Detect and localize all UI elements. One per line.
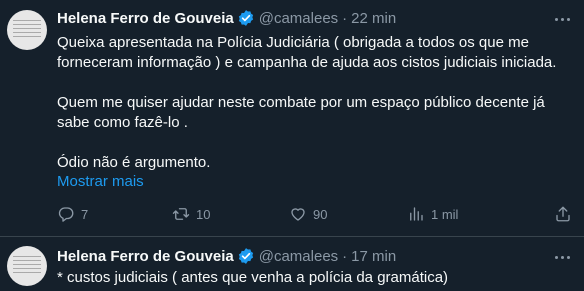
more-icon[interactable] [550,9,574,29]
tweet-text: * custos judiciais ( antes que venha a p… [57,269,449,286]
show-more-link[interactable]: Mostrar mais [57,173,144,190]
like-count: 90 [313,206,328,222]
tweet-text: Queixa apresentada na Polícia Judiciária… [57,33,572,173]
verified-badge-icon [238,10,253,26]
verified-badge-icon [238,248,253,264]
timestamp[interactable]: 17 min [351,248,396,265]
tweet[interactable]: Helena Ferro de Gouveia @camalees · 17 m… [0,237,584,291]
avatar[interactable] [7,10,47,50]
retweet-icon [172,208,190,220]
avatar[interactable] [7,246,47,286]
tweet[interactable]: Helena Ferro de Gouveia @camalees · 22 m… [0,0,584,237]
like-button[interactable]: 90 [289,204,327,224]
reply-icon [58,207,74,222]
retweet-count: 10 [196,206,211,222]
author-name[interactable]: Helena Ferro de Gouveia [57,10,234,27]
more-icon[interactable] [550,247,574,267]
tweet-header: Helena Ferro de Gouveia @camalees · 22 m… [57,8,396,28]
author-handle[interactable]: @camalees [259,10,338,27]
like-icon [291,208,305,221]
separator-dot: · [342,9,348,27]
tweet-paragraph: Queixa apresentada na Polícia Judiciária… [57,34,557,71]
retweet-button[interactable]: 10 [172,204,210,224]
separator-dot: · [342,247,348,265]
share-icon [556,206,570,222]
views-icon [410,207,423,221]
reply-button[interactable]: 7 [57,204,88,224]
tweet-paragraph: Quem me quiser ajudar neste combate por … [57,94,545,131]
author-handle[interactable]: @camalees [259,248,338,265]
tweet-paragraph: Ódio não é argumento. [57,154,211,171]
reply-count: 7 [81,206,89,222]
views-button[interactable]: 1 mil [407,204,458,224]
timestamp[interactable]: 22 min [351,10,396,27]
author-name[interactable]: Helena Ferro de Gouveia [57,248,234,265]
tweet-actions: 7 10 90 1 mil [57,204,572,224]
views-count: 1 mil [431,206,459,222]
share-button[interactable] [554,204,572,224]
tweet-header: Helena Ferro de Gouveia @camalees · 17 m… [57,246,396,266]
